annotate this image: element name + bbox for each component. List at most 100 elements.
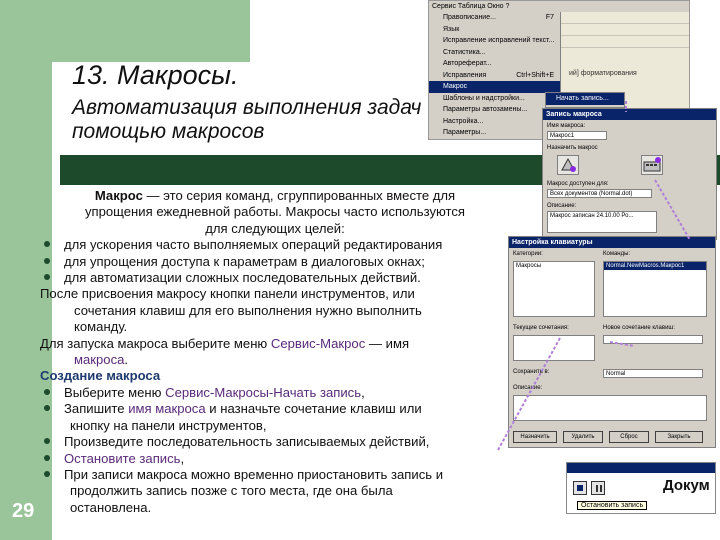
menu-item[interactable]: Язык <box>429 24 560 36</box>
save-in-label: Сохранить в: <box>513 369 550 375</box>
body-line: макроса. <box>40 352 510 368</box>
menu-item-label: Язык <box>443 25 460 33</box>
menu-item-label: Исправления <box>443 71 487 79</box>
menu-item[interactable]: Параметры автозамены... <box>429 104 560 116</box>
text-run: Произведите последовательность записывае… <box>64 434 430 450</box>
text-run: Макрос <box>94 188 143 203</box>
new-shortcut-label: Новое сочетание клавиш: <box>603 325 675 331</box>
record-macro-dialog: Запись макроса Имя макроса: Макрос1 Назн… <box>542 108 717 240</box>
text-run: для ускорения часто выполняемых операций… <box>64 237 443 253</box>
text-run: сочетания клавиш для его выполнения нужн… <box>74 302 422 318</box>
save-in-select[interactable]: Normal <box>603 369 703 378</box>
body-line: продолжить запись позже с того места, гд… <box>40 483 510 499</box>
menu-item-label: Параметры... <box>443 129 487 136</box>
menu-item[interactable]: Исправления Ctrl+Shift+E <box>429 70 560 82</box>
commands-list-item[interactable]: Normal.NewMacros.Макрос1 <box>604 262 706 270</box>
text-run: , <box>180 450 185 466</box>
macro-description-label: Описание: <box>547 203 577 209</box>
bullet-dot-icon <box>44 438 50 445</box>
text-run: Сервис-Макрос <box>270 335 366 351</box>
menu-item[interactable]: Правописание... F7 <box>429 12 560 24</box>
menu-item[interactable]: Параметры... <box>429 127 560 139</box>
menu-item[interactable]: Автореферат... <box>429 58 560 70</box>
macro-description-input[interactable]: Макрос записан 24.10.00 Ро... <box>547 211 657 233</box>
pause-recording-icon[interactable] <box>591 481 605 495</box>
bullet-dot-icon <box>44 454 50 461</box>
menu-item-shortcut: F7 <box>545 14 554 21</box>
menu-item[interactable]: Макрос <box>429 81 560 93</box>
text-run: для упрощения доступа к параметрам в диа… <box>64 253 425 269</box>
toolbar-assign-icon[interactable] <box>557 155 579 175</box>
text-run: Выберите меню <box>64 384 166 400</box>
body-line: кнопку на панели инструментов, <box>40 418 510 434</box>
menu-item[interactable]: Настройка... <box>429 116 560 128</box>
menu-item-label: Шаблоны и надстройки... <box>443 94 525 102</box>
keyboard-description-box <box>513 395 707 421</box>
body-line: Создание макроса <box>40 368 510 384</box>
text-run: для следующих целей: <box>205 220 345 236</box>
dialog-title: Запись макроса <box>543 109 716 120</box>
body-line: сочетания клавиш для его выполнения нужн… <box>40 303 510 319</box>
current-keys-list[interactable] <box>513 335 595 361</box>
macro-store-select[interactable]: Всех документов (Normal.dot) <box>547 189 652 198</box>
bullet-dot-icon <box>44 470 50 477</box>
document-text: ий] форматирования <box>569 70 637 77</box>
menu-item-shortcut: Ctrl+Shift+E <box>516 71 554 79</box>
document-word: Докум <box>663 477 710 494</box>
bullet-item: Выберите меню Сервис-Макросы-Начать запи… <box>40 385 510 401</box>
categories-list-item[interactable]: Макросы <box>514 262 594 270</box>
slide-subtitle: Автоматизация выполнения задач с помощью… <box>72 96 438 143</box>
text-run: команду. <box>74 319 128 335</box>
body-line: Для запуска макроса выберите меню Сервис… <box>40 336 510 352</box>
macro-name-input[interactable]: Макрос1 <box>547 131 607 140</box>
commands-list[interactable]: Normal.NewMacros.Макрос1 <box>603 261 707 317</box>
body-line: Макрос — это серия команд, сгруппированн… <box>40 188 510 204</box>
menu-item-label: Правописание... <box>443 14 496 21</box>
assign-button[interactable]: Назначить <box>513 431 557 443</box>
text-run: упрощения ежедневной работы. Макросы час… <box>84 204 466 220</box>
current-keys-label: Текущие сочетания: <box>513 325 569 331</box>
stop-recording-tooltip: Остановить запись <box>577 501 648 510</box>
dialog-title: Настройка клавиатуры <box>509 237 715 248</box>
keyboard-customize-dialog: Настройка клавиатуры Категории: Макросы … <box>508 236 716 448</box>
bullet-item: для упрощения доступа к параметрам в диа… <box>40 254 510 270</box>
toolbar-row <box>561 36 689 48</box>
body-line: упрощения ежедневной работы. Макросы час… <box>40 204 510 220</box>
text-run: — имя <box>365 335 410 351</box>
macro-submenu: Начать запись... <box>545 92 625 108</box>
text-run: кнопку на панели инструментов, <box>70 417 267 433</box>
bullet-dot-icon <box>44 241 50 248</box>
new-shortcut-input[interactable] <box>603 335 703 344</box>
bullet-item: Произведите последовательность записывае… <box>40 434 510 450</box>
menu-item[interactable]: Исправление исправлений текст... <box>429 35 560 47</box>
text-run: остановлена. <box>70 499 152 515</box>
slide-title: 13. Макросы. <box>72 60 239 90</box>
text-run: При записи макроса можно временно приост… <box>64 466 444 482</box>
body-line: команду. <box>40 319 510 335</box>
toolbar-row <box>561 24 689 36</box>
text-run: Создание макроса <box>40 368 161 384</box>
bullet-item: Остановите запись, <box>40 451 510 467</box>
stop-recording-icon[interactable] <box>573 481 587 495</box>
reset-button[interactable]: Сброс <box>609 431 649 443</box>
menu-item-label: Автореферат... <box>443 60 492 67</box>
body-line: для следующих целей: <box>40 221 510 237</box>
close-button[interactable]: Закрыть <box>655 431 703 443</box>
delete-button[interactable]: Удалить <box>563 431 603 443</box>
macro-name-label: Имя макроса: <box>547 123 586 129</box>
menu-item[interactable]: Шаблоны и надстройки... <box>429 93 560 105</box>
bullet-item: для ускорения часто выполняемых операций… <box>40 237 510 253</box>
keyboard-assign-icon[interactable] <box>641 155 663 175</box>
menu-item-label: Статистика... <box>443 48 486 56</box>
bullet-item: для автоматизации сложных последовательн… <box>40 270 510 286</box>
menu-item[interactable]: Статистика... <box>429 47 560 59</box>
bullet-item: При записи макроса можно временно приост… <box>40 467 510 483</box>
bullet-item: Запишите имя макроса и назначьте сочетан… <box>40 401 510 417</box>
submenu-item-start-recording[interactable]: Начать запись... <box>546 93 624 105</box>
categories-list[interactable]: Макросы <box>513 261 595 317</box>
assign-macro-label: Назначить макрос <box>547 145 598 151</box>
text-run: и назначьте сочетание клавиш или <box>205 401 422 417</box>
keyboard-description-label: Описание: <box>513 385 543 391</box>
text-run: , <box>361 384 365 400</box>
body-line: После присвоения макросу кнопки панели и… <box>40 286 510 302</box>
